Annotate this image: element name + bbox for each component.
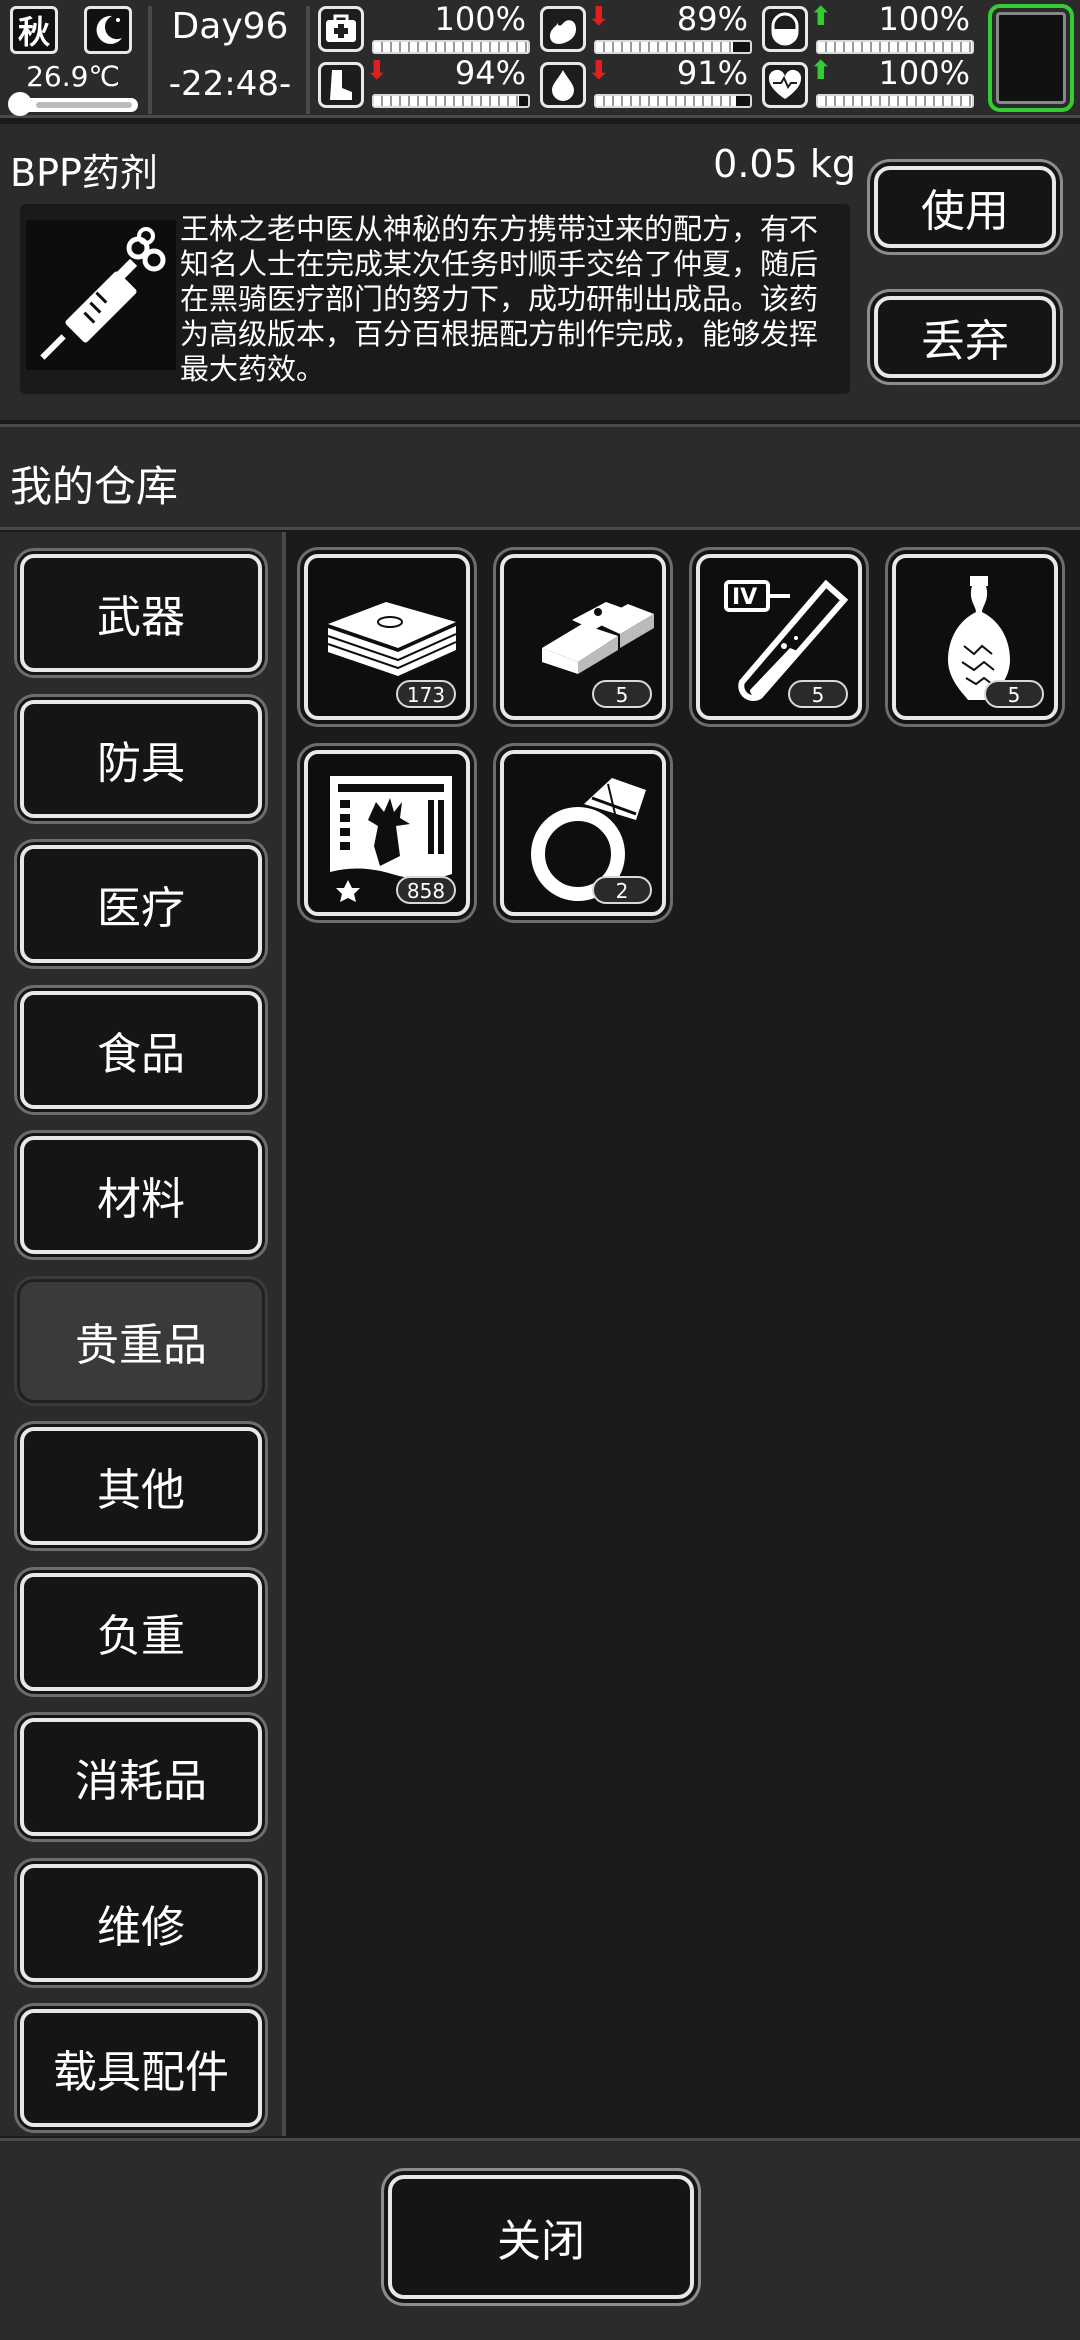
category-tab-1[interactable]: 武器 (20, 554, 262, 672)
item-grid: 173 5 IV 5 5 858 2 (286, 532, 1080, 2136)
item-count-badge: 858 (396, 876, 456, 904)
svg-text:IV: IV (732, 585, 757, 610)
temperature-readout: 26.9℃ (26, 60, 120, 93)
item-count-badge: 2 (592, 876, 652, 904)
hunger-bar (594, 40, 752, 54)
thermometer-bulb-icon (8, 92, 32, 116)
category-tab-6[interactable]: 贵重品 (20, 1281, 262, 1400)
item-count-badge: 173 (396, 680, 456, 708)
season-text: 秋 (17, 13, 50, 51)
category-tab-8[interactable]: 负重 (20, 1572, 262, 1691)
clock: -22:48- (168, 64, 292, 104)
thirst-bar (594, 94, 752, 108)
mood-value: 100% (878, 0, 970, 38)
category-tab-10[interactable]: 维修 (20, 1863, 262, 1982)
water-drop-icon (540, 62, 586, 108)
inventory-slot[interactable]: 5 (892, 554, 1058, 720)
item-description: 王林之老中医从神秘的东方携带过来的配方，有不知名人士在完成某次任务时顺手交给了仲… (180, 212, 819, 386)
spirit-bar (816, 94, 974, 108)
inventory-slot[interactable]: 2 (500, 750, 666, 916)
heart-icon (762, 62, 808, 108)
category-tab-7[interactable]: 其他 (20, 1427, 262, 1545)
capsule-icon (762, 6, 808, 52)
moon-icon (84, 6, 132, 54)
health-bar (372, 40, 530, 54)
warehouse-header: 我的仓库 (0, 424, 1080, 530)
warehouse-title: 我的仓库 (10, 462, 179, 511)
item-detail-panel: BPP药剂 0.05 kg 王林之老中医从神秘的东方携带过来的配方，有不知名人士… (0, 124, 1080, 420)
item-weight: 0.05 kg (713, 142, 856, 186)
item-name: BPP药剂 (10, 151, 158, 195)
item-description-box: 王林之老中医从神秘的东方携带过来的配方，有不知名人士在完成某次任务时顺手交给了仲… (20, 204, 850, 394)
stomach-icon (540, 6, 586, 52)
spirit-value: 100% (878, 54, 970, 92)
inventory-slot[interactable]: IV 5 (696, 554, 862, 720)
discard-button[interactable]: 丢弃 (874, 296, 1056, 378)
bottom-bar: 关闭 (0, 2138, 1080, 2340)
stamina-bar (372, 94, 530, 108)
character-slot[interactable] (988, 4, 1074, 112)
category-tab-9[interactable]: 消耗品 (20, 1718, 262, 1836)
inventory-slot[interactable]: 858 (304, 750, 470, 916)
category-tab-5[interactable]: 材料 (20, 1136, 262, 1254)
thirst-value: 91% (676, 54, 748, 92)
thermometer-bar (8, 92, 138, 116)
category-tab-11[interactable]: 载具配件 (20, 2009, 262, 2127)
stamina-value: 94% (454, 54, 526, 92)
medkit-icon (318, 6, 364, 52)
inventory-slot[interactable]: 173 (304, 554, 470, 720)
health-value: 100% (434, 0, 526, 38)
item-count-badge: 5 (984, 680, 1044, 708)
syringe-icon (26, 220, 176, 370)
foot-icon (318, 62, 364, 108)
mood-bar (816, 40, 974, 54)
category-tab-2[interactable]: 防具 (20, 699, 262, 818)
category-sidebar: 武器防具医疗食品材料贵重品其他负重消耗品维修载具配件 (0, 532, 282, 2136)
item-count-badge: 5 (592, 680, 652, 708)
use-button[interactable]: 使用 (874, 166, 1056, 248)
category-tab-4[interactable]: 食品 (20, 990, 262, 1109)
hunger-value: 89% (676, 0, 748, 38)
close-button[interactable]: 关闭 (388, 2175, 694, 2299)
category-tab-3[interactable]: 医疗 (20, 845, 262, 963)
status-bar: 秋 26.9℃ Day96 -22:48- 100% ⬇ 89% ⬆ 100% … (0, 0, 1080, 118)
inventory-slot[interactable]: 5 (500, 554, 666, 720)
season-badge: 秋 (10, 6, 58, 54)
item-count-badge: 5 (788, 680, 848, 708)
day-counter: Day96 (171, 6, 289, 47)
